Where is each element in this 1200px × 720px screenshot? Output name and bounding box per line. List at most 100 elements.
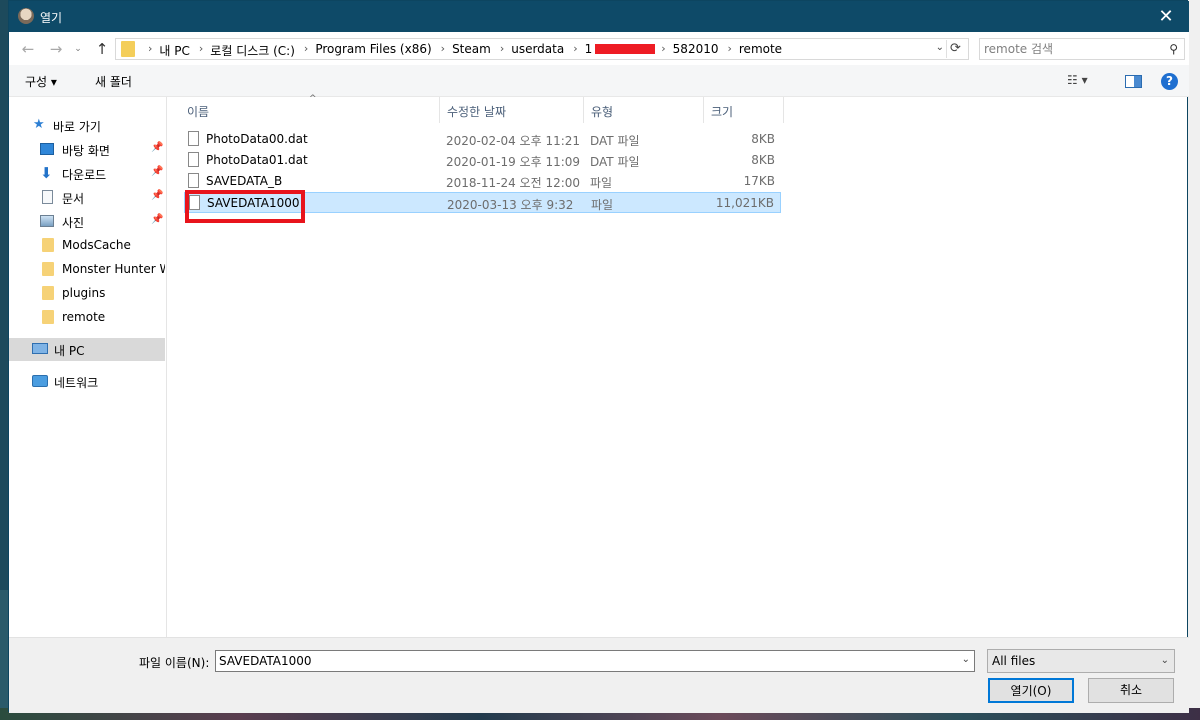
file-modified: 2018-11-24 오전 12:00 <box>446 176 581 190</box>
pin-icon[interactable]: 📌 <box>151 142 163 153</box>
filetype-value: All files <box>992 654 1036 668</box>
close-button[interactable]: ✕ <box>1143 1 1189 32</box>
breadcrumb-separator: › <box>148 42 153 55</box>
folder-icon <box>121 41 135 57</box>
view-options-icon[interactable]: ☷ ▾ <box>1067 73 1088 87</box>
breadcrumb-separator[interactable]: › <box>441 42 445 59</box>
nav-item-label: 바탕 화면 <box>62 144 110 158</box>
nav-item-monster-hunter-world[interactable]: Monster Hunter World <box>9 258 165 280</box>
breadcrumb-app-id[interactable]: 582010 <box>673 42 719 59</box>
breadcrumb-user-id[interactable]: 1 <box>585 42 593 59</box>
column-header-modified[interactable]: 수정한 날짜 <box>440 97 584 123</box>
nav-item-pictures[interactable]: 사진 📌 <box>9 210 165 232</box>
search-icon[interactable]: ⚲ <box>1169 42 1178 56</box>
nav-item-label: 문서 <box>62 192 85 206</box>
nav-item-label: ModsCache <box>62 238 131 252</box>
file-modified: 2020-03-13 오후 9:32 <box>447 198 574 212</box>
nav-network-label: 네트워크 <box>54 376 99 390</box>
app-icon <box>18 8 34 24</box>
refresh-icon[interactable]: ⟳ <box>946 40 964 58</box>
breadcrumb-remote[interactable]: remote <box>739 42 782 59</box>
breadcrumb-local-disk[interactable]: 로컬 디스크 (C:) <box>210 42 295 59</box>
pictures-icon <box>40 215 54 227</box>
file-icon <box>188 131 199 146</box>
filename-label: 파일 이름(N): <box>139 656 210 670</box>
breadcrumb-this-pc[interactable]: 내 PC <box>159 42 189 59</box>
nav-item-remote[interactable]: remote <box>9 306 165 328</box>
column-header-size[interactable]: 크기 <box>704 97 784 123</box>
search-input[interactable] <box>984 41 1154 57</box>
chevron-down-icon[interactable]: ⌄ <box>962 654 970 665</box>
help-icon[interactable]: ? <box>1161 73 1178 90</box>
column-header-name[interactable]: 이름 <box>180 97 440 123</box>
pin-icon[interactable]: 📌 <box>151 166 163 177</box>
table-row[interactable]: SAVEDATA_B 2018-11-24 오전 12:00 파일 17KB <box>184 171 781 192</box>
search-box[interactable]: ⚲ <box>979 38 1185 60</box>
desktop-icon <box>40 143 54 155</box>
chevron-down-icon[interactable]: ⌄ <box>1161 655 1169 666</box>
file-name: SAVEDATA_B <box>206 174 283 188</box>
pin-icon[interactable]: 📌 <box>151 214 163 225</box>
table-row[interactable]: PhotoData01.dat 2020-01-19 오후 11:09 DAT … <box>184 150 781 171</box>
up-arrow-icon[interactable]: ↑ <box>91 39 113 59</box>
pin-icon[interactable]: 📌 <box>151 190 163 201</box>
breadcrumb-steam[interactable]: Steam <box>452 42 491 59</box>
redaction-mark <box>595 44 656 54</box>
network-icon <box>32 375 48 387</box>
nav-item-modscache[interactable]: ModsCache <box>9 234 165 256</box>
folder-icon <box>42 286 54 300</box>
title-bar: 열기 ✕ <box>9 1 1189 32</box>
filename-combobox[interactable]: ⌄ <box>215 650 975 672</box>
open-file-dialog: 열기 ✕ ← → ⌄ ↑ › 내 PC › 로컬 디스크 (C:) › Prog… <box>8 0 1189 713</box>
breadcrumb-separator[interactable]: › <box>661 42 665 59</box>
nav-item-desktop[interactable]: 바탕 화면 📌 <box>9 138 165 160</box>
filename-input[interactable] <box>219 653 949 669</box>
nav-quick-access[interactable]: ★ 바로 가기 <box>9 114 165 136</box>
file-type: 파일 <box>590 176 613 190</box>
new-folder-button[interactable]: 새 폴더 <box>95 73 132 90</box>
breadcrumb-userdata[interactable]: userdata <box>511 42 564 59</box>
nav-network[interactable]: 네트워크 <box>9 370 165 392</box>
nav-this-pc-label: 내 PC <box>54 344 85 358</box>
file-icon <box>188 173 199 188</box>
column-header-type[interactable]: 유형 <box>584 97 704 123</box>
nav-this-pc[interactable]: 내 PC <box>9 338 165 361</box>
recent-locations-icon[interactable]: ⌄ <box>71 39 85 59</box>
dialog-footer: 파일 이름(N): ⌄ All files ⌄ 열기(O) 취소 <box>9 637 1189 713</box>
nav-item-label: 사진 <box>62 216 85 230</box>
organize-button[interactable]: 구성 ▾ <box>25 73 57 90</box>
file-type: DAT 파일 <box>590 134 640 148</box>
star-icon: ★ <box>33 117 45 132</box>
back-arrow-icon[interactable]: ← <box>17 39 39 59</box>
file-list: ^ 이름 수정한 날짜 유형 크기 PhotoData00.dat 2020-0… <box>168 94 1187 637</box>
preview-pane-icon[interactable] <box>1125 75 1142 88</box>
table-row[interactable]: PhotoData00.dat 2020-02-04 오후 11:21 DAT … <box>184 129 781 150</box>
cancel-button[interactable]: 취소 <box>1088 678 1174 703</box>
filetype-select[interactable]: All files ⌄ <box>987 649 1175 673</box>
breadcrumb-separator[interactable]: › <box>727 42 731 59</box>
navigation-pane: ★ 바로 가기 바탕 화면 📌 ⬇ 다운로드 📌 문서 📌 사진 📌 ModsC… <box>9 97 167 637</box>
breadcrumb-separator[interactable]: › <box>199 42 203 59</box>
file-name: PhotoData00.dat <box>206 132 308 146</box>
background-window-edge <box>1188 0 1200 720</box>
window-title: 열기 <box>40 11 63 25</box>
desktop-background <box>0 590 8 710</box>
file-icon <box>188 152 199 167</box>
open-button[interactable]: 열기(O) <box>988 678 1074 703</box>
nav-item-label: Monster Hunter World <box>62 262 165 276</box>
forward-arrow-icon[interactable]: → <box>45 39 67 59</box>
nav-item-plugins[interactable]: plugins <box>9 282 165 304</box>
nav-item-documents[interactable]: 문서 📌 <box>9 186 165 208</box>
breadcrumb-program-files[interactable]: Program Files (x86) <box>315 42 431 59</box>
address-bar[interactable]: › 내 PC › 로컬 디스크 (C:) › Program Files (x8… <box>115 38 969 60</box>
breadcrumb-separator[interactable]: › <box>573 42 577 59</box>
annotation-highlight-box <box>185 190 305 223</box>
breadcrumb-separator[interactable]: › <box>500 42 504 59</box>
file-name: PhotoData01.dat <box>206 153 308 167</box>
breadcrumb-separator[interactable]: › <box>304 42 308 59</box>
chevron-down-icon[interactable]: ⌄ <box>936 42 944 53</box>
download-icon: ⬇ <box>40 164 53 182</box>
nav-item-label: remote <box>62 310 106 324</box>
file-size: 11,021KB <box>715 196 774 210</box>
nav-item-downloads[interactable]: ⬇ 다운로드 📌 <box>9 162 165 184</box>
